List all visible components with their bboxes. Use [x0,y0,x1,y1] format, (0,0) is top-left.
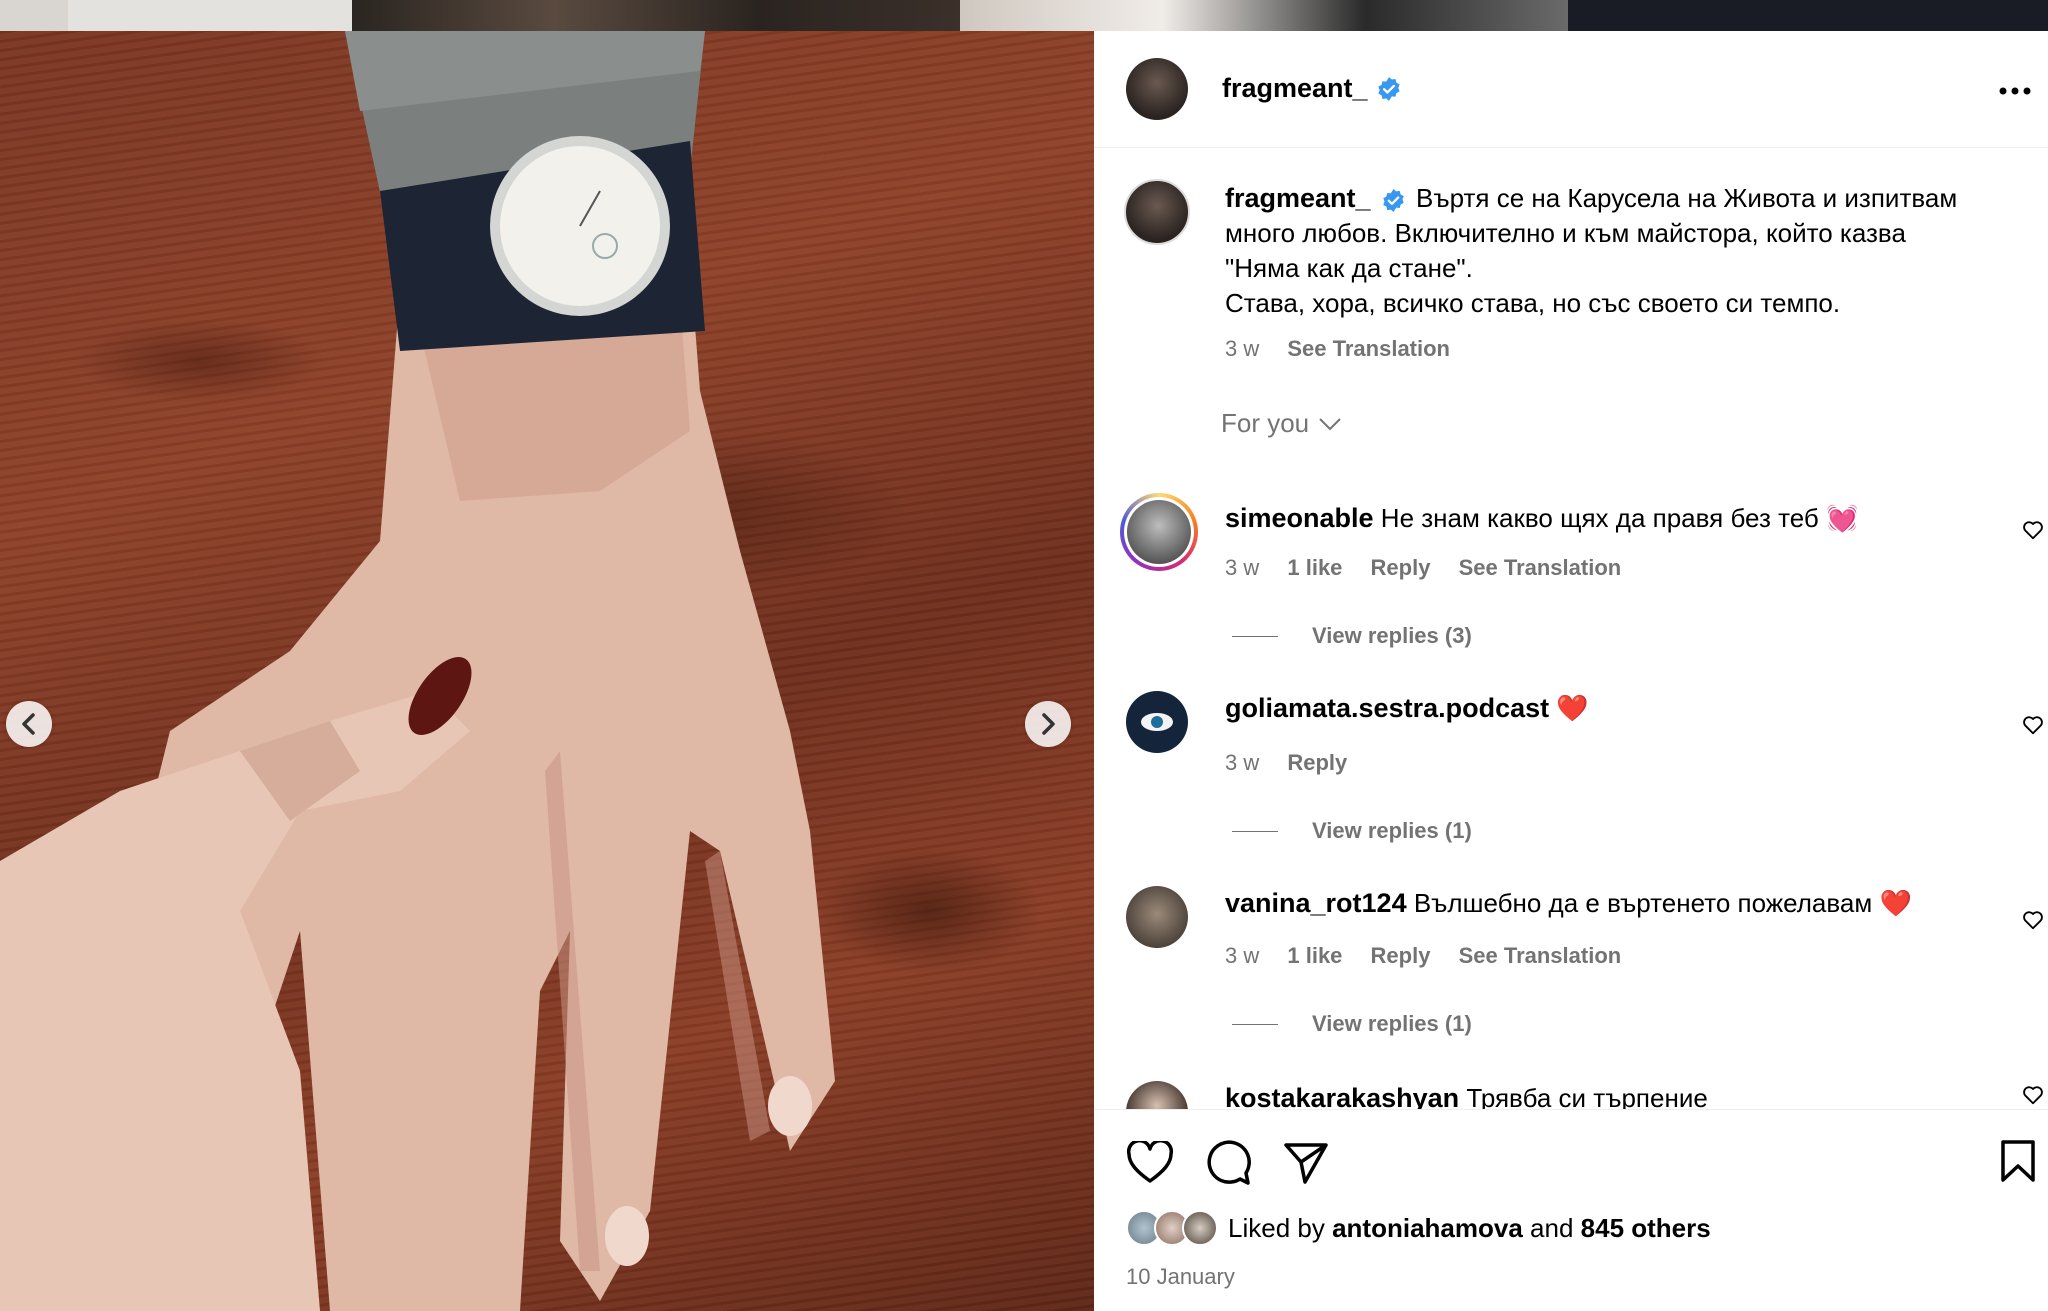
comment-text: Не знам какво щях да правя без теб 💓 [1380,503,1859,533]
more-options-icon[interactable] [1998,86,2032,96]
reply-button[interactable]: Reply [1371,943,1431,968]
thumbnail [0,0,68,31]
comment-likes[interactable]: 1 like [1287,555,1342,580]
view-replies-button[interactable]: View replies (1) [1232,818,1472,844]
view-replies-divider [1232,635,1278,637]
thumbnail [960,0,1568,31]
commenter-username[interactable]: goliamata.sestra.podcast [1225,693,1549,723]
comment-text: Трявба си търпение [1466,1083,1708,1109]
caption-time[interactable]: 3 w [1225,336,1259,361]
post-actions: Liked by antoniahamova and 845 others 10… [1094,1109,2048,1311]
comment: goliamata.sestra.podcast ❤️ 3 w Reply Vi… [1094,656,2048,846]
comment: kostakarakashyan Трявба си търпение [1094,1046,2048,1109]
caption: fragmeant_ Въртя се на Карусела на Живот… [1225,181,2025,362]
post-details-panel: fragmeant_ fragmeant_ Въртя се на Карусе… [1094,31,2048,1311]
comments-filter-label: For you [1221,408,1310,438]
liked-by-user[interactable]: antoniahamova [1332,1213,1523,1243]
caption-author-avatar[interactable] [1124,179,1190,245]
author-avatar[interactable] [1126,58,1188,120]
heart-icon[interactable] [2022,909,2044,931]
commenter-avatar[interactable] [1126,691,1188,753]
commenter-username[interactable]: vanina_rot124 [1225,888,1407,918]
photo-illustration [0,31,835,1311]
liked-by-and: and [1530,1212,1574,1243]
see-translation-link[interactable]: See Translation [1459,555,1622,580]
heart-icon[interactable] [1126,1141,1174,1185]
verified-icon [1383,188,1404,212]
commenter-avatar[interactable] [1126,1081,1188,1109]
previous-photo-button[interactable] [6,701,52,747]
reply-button[interactable]: Reply [1371,555,1431,580]
see-translation-link[interactable]: See Translation [1459,943,1622,968]
comment: vanina_rot124 Вълшебно да е въртенето по… [1094,851,2048,1041]
post-header: fragmeant_ [1094,31,2048,148]
author-username[interactable]: fragmeant_ [1222,73,1368,104]
chevron-right-icon [1042,713,1055,735]
heart-icon[interactable] [2022,714,2044,736]
comment-text: ❤️ [1556,693,1589,723]
comments-filter[interactable]: For you [1221,408,1342,439]
caption-meta: 3 w See Translation [1225,336,2025,362]
liker-avatars [1126,1210,1218,1246]
thumbnail [352,0,960,31]
thumbnail [68,0,352,31]
commenter-avatar[interactable] [1120,493,1198,571]
view-replies-label: View replies (3) [1312,623,1472,648]
reply-button[interactable]: Reply [1287,750,1347,775]
view-replies-divider [1232,830,1278,832]
liked-by-prefix: Liked by [1228,1212,1325,1243]
post-photo [0,31,1094,1311]
post-date[interactable]: 10 January [1126,1264,1235,1290]
chevron-down-icon [1319,417,1341,430]
comment: simeonable Не знам какво щях да правя бе… [1094,461,2048,651]
comment-meta: 3 w 1 like Reply See Translation [1225,555,1643,581]
heart-icon[interactable] [2022,519,2044,541]
caption-text-line: Става, хора, всичко става, но със своето… [1225,288,1841,318]
caption-username[interactable]: fragmeant_ [1225,183,1371,213]
next-photo-button[interactable] [1025,701,1071,747]
liked-by-row: Liked by antoniahamova and 845 others [1126,1210,1711,1246]
comment-time[interactable]: 3 w [1225,943,1259,968]
thumbnail [1568,0,2048,31]
share-icon[interactable] [1283,1140,1329,1186]
commenter-username[interactable]: simeonable [1225,503,1374,533]
view-replies-label: View replies (1) [1312,818,1472,843]
bookmark-icon[interactable] [2000,1139,2036,1183]
comment-icon[interactable] [1204,1139,1252,1187]
view-replies-divider [1232,1023,1278,1025]
comment-meta: 3 w Reply [1225,750,1369,776]
chevron-left-icon [22,713,35,735]
comment-time[interactable]: 3 w [1225,555,1259,580]
commenter-avatar[interactable] [1126,886,1188,948]
comment-text: Вълшебно да е въртенето пожелавам ❤️ [1413,888,1912,918]
view-replies-button[interactable]: View replies (3) [1232,623,1472,649]
view-replies-label: View replies (1) [1312,1011,1472,1036]
caption-text-line: много любов. Включително и към майстора,… [1225,218,1906,248]
caption-text-line: "Няма как да стане". [1225,253,1473,283]
comment-time[interactable]: 3 w [1225,750,1259,775]
caption-text-line: Въртя се на Карусела на Живота и изпитва… [1416,183,1958,213]
see-translation-link[interactable]: See Translation [1287,336,1450,361]
liker-avatar[interactable] [1182,1210,1218,1246]
background-thumbnail-strip [0,0,2048,31]
heart-icon[interactable] [2022,1084,2044,1106]
liked-by-others[interactable]: 845 others [1581,1213,1711,1243]
view-replies-button[interactable]: View replies (1) [1232,1011,1472,1037]
comment-meta: 3 w 1 like Reply See Translation [1225,943,1643,969]
verified-icon [1377,76,1400,101]
comment-likes[interactable]: 1 like [1287,943,1342,968]
commenter-username[interactable]: kostakarakashyan [1225,1083,1459,1109]
